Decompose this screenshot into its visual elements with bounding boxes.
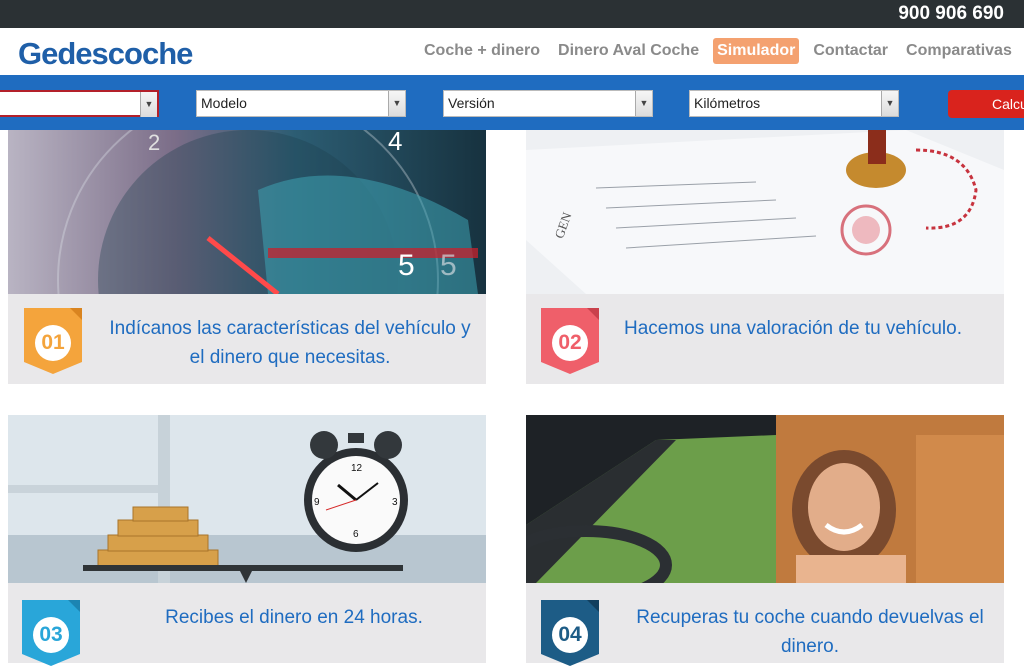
site-header: Gedescoche Coche + dinero Dinero Aval Co…: [0, 28, 1024, 75]
step-panel-4: 04 Recuperas tu coche cuando devuelvas e…: [526, 583, 1004, 666]
speedometer-image: 4 2 5 5: [8, 130, 486, 294]
woman-in-car-image: [526, 415, 1004, 583]
top-bar: 900 906 690: [0, 0, 1024, 28]
svg-text:4: 4: [388, 130, 402, 156]
nav-comparativas[interactable]: Comparativas: [902, 38, 1016, 64]
svg-text:12: 12: [351, 463, 363, 474]
version-select[interactable]: Versión ▼: [443, 90, 653, 117]
select-arrow-icon: ▼: [140, 92, 157, 117]
step-badge-03: 03: [22, 600, 80, 666]
coins-clock-scale-image: 12 3 6 9: [8, 415, 486, 583]
simulator-filter-bar: ▼ Modelo ▼ Versión ▼ Kilómetros ▼ Calcu: [0, 75, 1024, 130]
svg-text:5: 5: [440, 249, 457, 282]
kilometros-select[interactable]: Kilómetros ▼: [689, 90, 899, 117]
step-badge-04: 04: [541, 600, 599, 666]
nav-coche-dinero[interactable]: Coche + dinero: [420, 38, 544, 64]
svg-text:9: 9: [314, 497, 320, 508]
phone-number[interactable]: 900 906 690: [898, 3, 1004, 25]
calculate-button[interactable]: Calcu: [948, 90, 1024, 118]
contract-stamp-image: GEN: [526, 130, 1004, 294]
main-nav: Coche + dinero Dinero Aval Coche Simulad…: [420, 37, 1016, 65]
svg-text:6: 6: [353, 529, 359, 540]
svg-text:3: 3: [392, 497, 398, 508]
step-panel-3: 03 Recibes el dinero en 24 horas.: [8, 583, 486, 666]
step-text-1: Indícanos las características del vehícu…: [109, 318, 471, 368]
step-panel-2: 02 Hacemos una valoración de tu vehículo…: [526, 294, 1004, 384]
logo[interactable]: Gedescoche: [18, 36, 193, 72]
step-badge-02: 02: [541, 308, 599, 374]
svg-text:5: 5: [398, 249, 415, 282]
step-number-04: 04: [552, 617, 588, 653]
step-number-03: 03: [33, 617, 69, 653]
kilometros-select-value: Kilómetros: [694, 95, 761, 111]
step-badge-01: 01: [24, 308, 82, 374]
step-number-02: 02: [552, 325, 588, 361]
svg-text:2: 2: [148, 130, 160, 155]
step-text-4: Recuperas tu coche cuando devuelvas el d…: [636, 607, 984, 657]
version-select-value: Versión: [448, 95, 495, 111]
select-arrow-icon: ▼: [881, 91, 898, 116]
modelo-select[interactable]: Modelo ▼: [196, 90, 406, 117]
step-number-01: 01: [35, 325, 71, 361]
nav-dinero-aval-coche[interactable]: Dinero Aval Coche: [554, 38, 703, 64]
modelo-select-value: Modelo: [201, 95, 247, 111]
marca-select[interactable]: ▼: [0, 90, 159, 117]
nav-simulador[interactable]: Simulador: [713, 38, 800, 64]
select-arrow-icon: ▼: [388, 91, 405, 116]
nav-contactar[interactable]: Contactar: [809, 38, 892, 64]
step-text-2: Hacemos una valoración de tu vehículo.: [624, 318, 962, 339]
step-text-3: Recibes el dinero en 24 horas.: [165, 607, 423, 628]
step-panel-1: 01 Indícanos las características del veh…: [8, 294, 486, 384]
select-arrow-icon: ▼: [635, 91, 652, 116]
